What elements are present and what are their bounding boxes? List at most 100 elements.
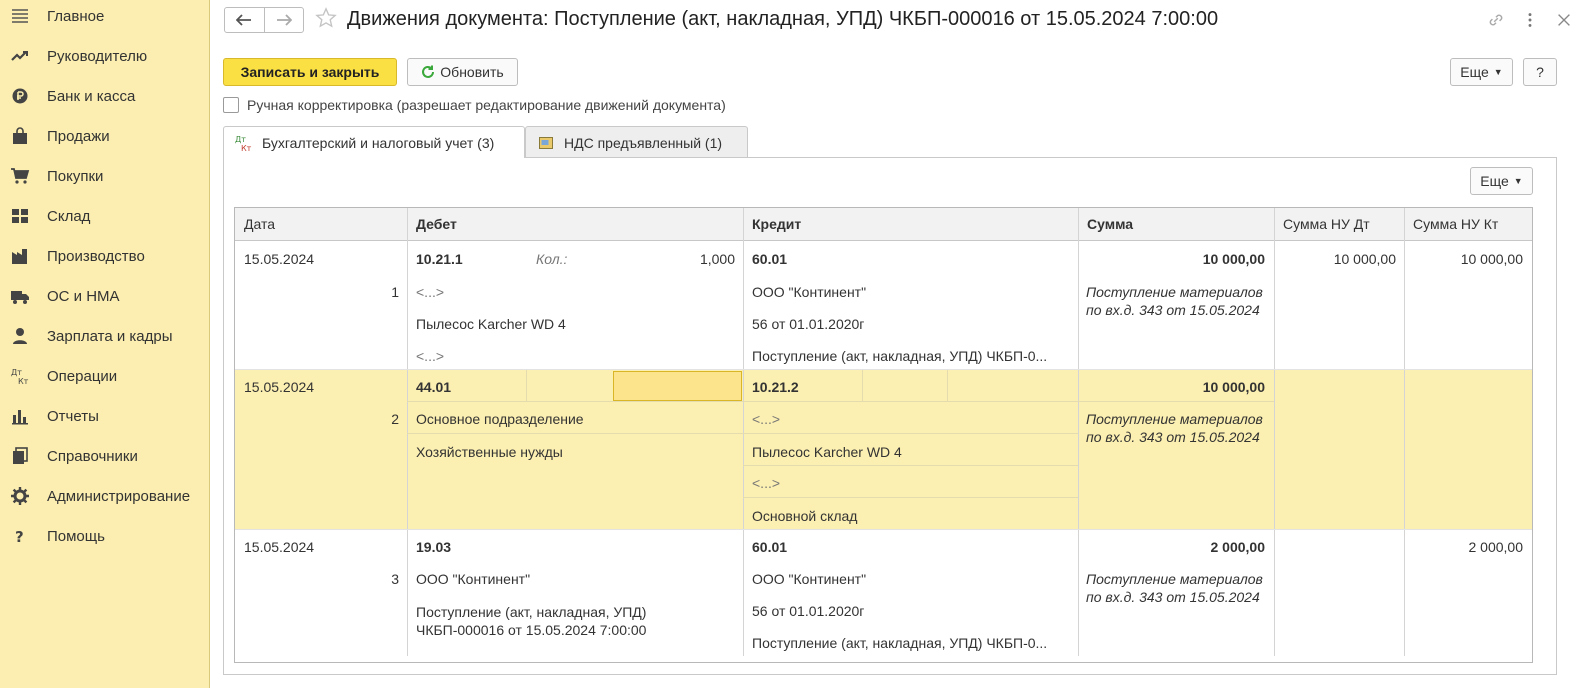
amount-nu-kt: 10 000,00: [1460, 251, 1523, 267]
more-vertical-icon[interactable]: [1520, 10, 1540, 30]
cart-icon: [10, 166, 30, 186]
caret-down-icon: ▼: [1493, 67, 1503, 77]
credit-account: 60.01: [752, 539, 788, 555]
main-area: Движения документа: Поступление (акт, на…: [210, 0, 1586, 688]
row-date: 15.05.2024: [244, 379, 315, 395]
row-date: 15.05.2024: [244, 251, 315, 267]
entry-comment: Поступление материалов по вх.д. 343 от 1…: [1086, 411, 1263, 445]
amount: 10 000,00: [1202, 251, 1265, 267]
column-header-debit[interactable]: Дебет: [407, 208, 743, 241]
svg-text:Кт: Кт: [18, 377, 29, 386]
tab-accounting-label: Бухгалтерский и налоговый учет (3): [262, 134, 495, 151]
help-button[interactable]: ?: [1523, 58, 1557, 86]
sidebar-item-help[interactable]: ? Помощь: [0, 516, 208, 556]
tab-accounting[interactable]: Дт Кт Бухгалтерский и налоговый учет (3): [223, 126, 525, 158]
debit-qty-label: Кол.:: [536, 251, 568, 267]
row-divider: [235, 369, 1532, 370]
sidebar-item-warehouse[interactable]: Склад: [0, 196, 208, 236]
page-title: Движения документа: Поступление (акт, на…: [347, 8, 1219, 30]
debit-subconto: <...>: [416, 348, 445, 364]
sidebar-item-manager[interactable]: Руководителю: [0, 36, 208, 76]
debit-subconto: ООО "Континент": [416, 571, 531, 587]
column-divider: [407, 208, 408, 656]
credit-account: 60.01: [752, 251, 788, 267]
link-icon[interactable]: [1486, 10, 1506, 30]
tab-vat[interactable]: НДС предъявленный (1): [525, 126, 748, 158]
sidebar-item-main[interactable]: Главное: [0, 0, 208, 36]
column-divider: [743, 208, 744, 656]
arrow-right-icon: [276, 14, 292, 26]
row-number: 2: [391, 411, 399, 427]
caret-down-icon: ▼: [1513, 176, 1523, 186]
row-divider: [743, 497, 1078, 498]
column-header-nu-dt[interactable]: Сумма НУ Дт: [1274, 208, 1404, 241]
panel-more-button[interactable]: Еще ▼: [1470, 167, 1533, 195]
credit-subconto: ООО "Континент": [752, 571, 867, 587]
bar-chart-icon: [10, 406, 30, 426]
sidebar-item-purchases[interactable]: Покупки: [0, 156, 208, 196]
entry-comment: Поступление материалов по вх.д. 343 от 1…: [1086, 571, 1263, 605]
subcell-divider: [862, 370, 863, 402]
column-header-amount[interactable]: Сумма: [1078, 208, 1274, 241]
refresh-label: Обновить: [440, 64, 504, 80]
question-icon: ?: [10, 526, 30, 546]
column-header-nu-kt[interactable]: Сумма НУ Кт: [1404, 208, 1532, 241]
panel-more-label: Еще: [1480, 173, 1509, 189]
close-icon[interactable]: [1554, 10, 1574, 30]
column-header-date[interactable]: Дата: [235, 208, 407, 241]
credit-subconto: 56 от 01.01.2020г: [752, 316, 865, 332]
focused-cell[interactable]: [613, 371, 742, 401]
debit-subconto: Поступление (акт, накладная, УПД) ЧКБП-0…: [416, 604, 647, 638]
warehouse-icon: [10, 206, 30, 226]
back-button[interactable]: [225, 8, 264, 32]
sidebar-item-reports[interactable]: Отчеты: [0, 396, 208, 436]
more-button[interactable]: Еще ▼: [1450, 58, 1513, 86]
column-header-credit[interactable]: Кредит: [743, 208, 1078, 241]
row-number: 3: [391, 571, 399, 587]
svg-text:Дт: Дт: [235, 135, 246, 144]
save-and-close-button[interactable]: Записать и закрыть: [223, 58, 397, 86]
credit-subconto: Поступление (акт, накладная, УПД) ЧКБП-0…: [752, 348, 1048, 364]
entry-comment: Поступление материалов по вх.д. 343 от 1…: [1086, 284, 1263, 318]
sidebar-item-catalogs[interactable]: Справочники: [0, 436, 208, 476]
sidebar-item-sales[interactable]: Продажи: [0, 116, 208, 156]
amount-nu-dt: 10 000,00: [1333, 251, 1396, 267]
svg-text:Кт: Кт: [241, 144, 252, 153]
favorite-star-icon[interactable]: [315, 7, 339, 31]
forward-button[interactable]: [263, 8, 303, 32]
svg-text:Дт: Дт: [11, 368, 22, 377]
row-number: 1: [391, 284, 399, 300]
history-nav: [224, 7, 304, 33]
factory-icon: [10, 246, 30, 266]
amount: 10 000,00: [1202, 379, 1265, 395]
truck-icon: [10, 286, 30, 306]
credit-subconto: 56 от 01.01.2020г: [752, 603, 865, 619]
debit-subconto: Пылесос Karcher WD 4: [416, 316, 566, 332]
sidebar-item-bank[interactable]: Банк и касса: [0, 76, 208, 116]
credit-subconto: Поступление (акт, накладная, УПД) ЧКБП-0…: [752, 635, 1048, 651]
sidebar: Главное Руководителю Банк и касса Продаж…: [0, 0, 210, 688]
sidebar-item-fixed-assets[interactable]: ОС и НМА: [0, 276, 208, 316]
sidebar-item-operations[interactable]: Дт Кт Операции: [0, 356, 208, 396]
credit-subconto: <...>: [752, 475, 781, 491]
trend-icon: [10, 46, 30, 66]
refresh-button[interactable]: Обновить: [407, 58, 518, 86]
amount: 2 000,00: [1210, 539, 1266, 555]
debit-account: 10.21.1: [416, 251, 463, 267]
debit-subconto: Основное подразделение: [416, 411, 584, 427]
sidebar-item-production[interactable]: Производство: [0, 236, 208, 276]
refresh-icon: [421, 65, 435, 79]
manual-correction-checkbox[interactable]: [223, 97, 239, 113]
books-icon: [10, 446, 30, 466]
manual-correction-label: Ручная корректировка (разрешает редактир…: [247, 97, 726, 113]
gear-icon: [10, 486, 30, 506]
column-divider: [1078, 208, 1079, 656]
dt-kt-icon: Дт Кт: [234, 133, 254, 153]
row-date: 15.05.2024: [244, 539, 315, 555]
sidebar-item-payroll[interactable]: Зарплата и кадры: [0, 316, 208, 356]
manual-correction-row: Ручная корректировка (разрешает редактир…: [223, 97, 726, 113]
sidebar-item-admin[interactable]: Администрирование: [0, 476, 208, 516]
credit-account: 10.21.2: [752, 379, 799, 395]
document-icon: [536, 133, 556, 153]
credit-subconto: ООО "Континент": [752, 284, 867, 300]
